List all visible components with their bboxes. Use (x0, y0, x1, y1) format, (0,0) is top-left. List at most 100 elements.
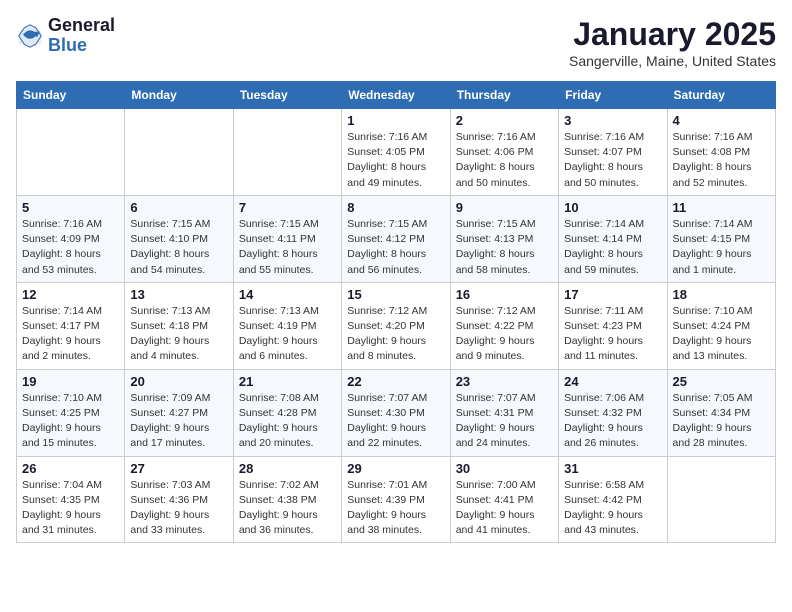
day-info: Sunrise: 6:58 AM Sunset: 4:42 PM Dayligh… (564, 478, 661, 539)
day-number: 20 (130, 374, 227, 389)
table-row: 10 Sunrise: 7:14 AM Sunset: 4:14 PM Dayli… (559, 195, 667, 282)
table-row: 14 Sunrise: 7:13 AM Sunset: 4:19 PM Dayli… (233, 282, 341, 369)
calendar-week-row: 1 Sunrise: 7:16 AM Sunset: 4:05 PM Daylig… (17, 109, 776, 196)
table-row: 16 Sunrise: 7:12 AM Sunset: 4:22 PM Dayli… (450, 282, 558, 369)
day-number: 7 (239, 200, 336, 215)
table-row: 26 Sunrise: 7:04 AM Sunset: 4:35 PM Dayli… (17, 456, 125, 543)
table-row: 5 Sunrise: 7:16 AM Sunset: 4:09 PM Daylig… (17, 195, 125, 282)
table-row: 4Sunrise: 7:16 AM Sunset: 4:08 PM Daylig… (667, 109, 775, 196)
day-number: 24 (564, 374, 661, 389)
table-row: 18Sunrise: 7:10 AM Sunset: 4:24 PM Dayli… (667, 282, 775, 369)
header-sunday: Sunday (17, 82, 125, 109)
table-row: 30 Sunrise: 7:00 AM Sunset: 4:41 PM Dayli… (450, 456, 558, 543)
day-number: 16 (456, 287, 553, 302)
day-info: Sunrise: 7:04 AM Sunset: 4:35 PM Dayligh… (22, 478, 119, 539)
table-row (233, 109, 341, 196)
day-info: Sunrise: 7:07 AM Sunset: 4:30 PM Dayligh… (347, 391, 444, 452)
day-number: 11 (673, 200, 770, 215)
table-row: 2 Sunrise: 7:16 AM Sunset: 4:06 PM Daylig… (450, 109, 558, 196)
day-info: Sunrise: 7:15 AM Sunset: 4:13 PM Dayligh… (456, 217, 553, 278)
day-number: 23 (456, 374, 553, 389)
calendar-week-row: 19Sunrise: 7:10 AM Sunset: 4:25 PM Dayli… (17, 369, 776, 456)
day-number: 25 (673, 374, 770, 389)
day-info: Sunrise: 7:16 AM Sunset: 4:05 PM Dayligh… (347, 130, 444, 191)
day-info: Sunrise: 7:08 AM Sunset: 4:28 PM Dayligh… (239, 391, 336, 452)
day-number: 22 (347, 374, 444, 389)
day-number: 18 (673, 287, 770, 302)
day-number: 2 (456, 113, 553, 128)
day-info: Sunrise: 7:03 AM Sunset: 4:36 PM Dayligh… (130, 478, 227, 539)
day-info: Sunrise: 7:13 AM Sunset: 4:19 PM Dayligh… (239, 304, 336, 365)
table-row: 20 Sunrise: 7:09 AM Sunset: 4:27 PM Dayli… (125, 369, 233, 456)
calendar-table: Sunday Monday Tuesday Wednesday Thursday… (16, 81, 776, 543)
day-number: 27 (130, 461, 227, 476)
table-row: 19Sunrise: 7:10 AM Sunset: 4:25 PM Dayli… (17, 369, 125, 456)
weekday-header-row: Sunday Monday Tuesday Wednesday Thursday… (17, 82, 776, 109)
day-info: Sunrise: 7:12 AM Sunset: 4:20 PM Dayligh… (347, 304, 444, 365)
table-row: 29Sunrise: 7:01 AM Sunset: 4:39 PM Dayli… (342, 456, 450, 543)
day-number: 31 (564, 461, 661, 476)
day-number: 3 (564, 113, 661, 128)
table-row: 27 Sunrise: 7:03 AM Sunset: 4:36 PM Dayli… (125, 456, 233, 543)
calendar-week-row: 12Sunrise: 7:14 AM Sunset: 4:17 PM Dayli… (17, 282, 776, 369)
day-info: Sunrise: 7:14 AM Sunset: 4:17 PM Dayligh… (22, 304, 119, 365)
table-row (17, 109, 125, 196)
table-row: 3 Sunrise: 7:16 AM Sunset: 4:07 PM Daylig… (559, 109, 667, 196)
header-tuesday: Tuesday (233, 82, 341, 109)
day-info: Sunrise: 7:16 AM Sunset: 4:09 PM Dayligh… (22, 217, 119, 278)
table-row: 7 Sunrise: 7:15 AM Sunset: 4:11 PM Daylig… (233, 195, 341, 282)
header-monday: Monday (125, 82, 233, 109)
calendar-week-row: 26 Sunrise: 7:04 AM Sunset: 4:35 PM Dayli… (17, 456, 776, 543)
logo: General Blue (16, 16, 115, 56)
header-wednesday: Wednesday (342, 82, 450, 109)
day-info: Sunrise: 7:15 AM Sunset: 4:10 PM Dayligh… (130, 217, 227, 278)
table-row: 31 Sunrise: 6:58 AM Sunset: 4:42 PM Dayli… (559, 456, 667, 543)
table-row: 24Sunrise: 7:06 AM Sunset: 4:32 PM Dayli… (559, 369, 667, 456)
table-row: 9 Sunrise: 7:15 AM Sunset: 4:13 PM Daylig… (450, 195, 558, 282)
day-info: Sunrise: 7:11 AM Sunset: 4:23 PM Dayligh… (564, 304, 661, 365)
day-info: Sunrise: 7:14 AM Sunset: 4:14 PM Dayligh… (564, 217, 661, 278)
day-number: 14 (239, 287, 336, 302)
day-info: Sunrise: 7:01 AM Sunset: 4:39 PM Dayligh… (347, 478, 444, 539)
logo-blue: Blue (48, 36, 115, 56)
table-row: 25 Sunrise: 7:05 AM Sunset: 4:34 PM Dayli… (667, 369, 775, 456)
day-info: Sunrise: 7:16 AM Sunset: 4:07 PM Dayligh… (564, 130, 661, 191)
day-number: 13 (130, 287, 227, 302)
day-number: 17 (564, 287, 661, 302)
day-info: Sunrise: 7:16 AM Sunset: 4:06 PM Dayligh… (456, 130, 553, 191)
day-number: 5 (22, 200, 119, 215)
day-number: 6 (130, 200, 227, 215)
day-number: 26 (22, 461, 119, 476)
day-number: 4 (673, 113, 770, 128)
day-info: Sunrise: 7:05 AM Sunset: 4:34 PM Dayligh… (673, 391, 770, 452)
day-number: 21 (239, 374, 336, 389)
logo-icon (16, 22, 44, 50)
day-number: 9 (456, 200, 553, 215)
calendar-week-row: 5 Sunrise: 7:16 AM Sunset: 4:09 PM Daylig… (17, 195, 776, 282)
day-info: Sunrise: 7:15 AM Sunset: 4:11 PM Dayligh… (239, 217, 336, 278)
day-number: 8 (347, 200, 444, 215)
day-info: Sunrise: 7:02 AM Sunset: 4:38 PM Dayligh… (239, 478, 336, 539)
table-row: 23Sunrise: 7:07 AM Sunset: 4:31 PM Dayli… (450, 369, 558, 456)
logo-general: General (48, 16, 115, 36)
table-row: 17 Sunrise: 7:11 AM Sunset: 4:23 PM Dayli… (559, 282, 667, 369)
day-info: Sunrise: 7:12 AM Sunset: 4:22 PM Dayligh… (456, 304, 553, 365)
table-row: 12Sunrise: 7:14 AM Sunset: 4:17 PM Dayli… (17, 282, 125, 369)
table-row (667, 456, 775, 543)
day-number: 19 (22, 374, 119, 389)
header: General Blue January 2025 Sangerville, M… (16, 16, 776, 69)
day-info: Sunrise: 7:09 AM Sunset: 4:27 PM Dayligh… (130, 391, 227, 452)
header-friday: Friday (559, 82, 667, 109)
table-row: 13Sunrise: 7:13 AM Sunset: 4:18 PM Dayli… (125, 282, 233, 369)
table-row: 21 Sunrise: 7:08 AM Sunset: 4:28 PM Dayli… (233, 369, 341, 456)
title-block: January 2025 Sangerville, Maine, United … (569, 16, 776, 69)
day-info: Sunrise: 7:00 AM Sunset: 4:41 PM Dayligh… (456, 478, 553, 539)
table-row (125, 109, 233, 196)
day-number: 1 (347, 113, 444, 128)
day-number: 10 (564, 200, 661, 215)
day-number: 15 (347, 287, 444, 302)
table-row: 22 Sunrise: 7:07 AM Sunset: 4:30 PM Dayli… (342, 369, 450, 456)
table-row: 11Sunrise: 7:14 AM Sunset: 4:15 PM Dayli… (667, 195, 775, 282)
month-title: January 2025 (569, 16, 776, 53)
day-number: 30 (456, 461, 553, 476)
